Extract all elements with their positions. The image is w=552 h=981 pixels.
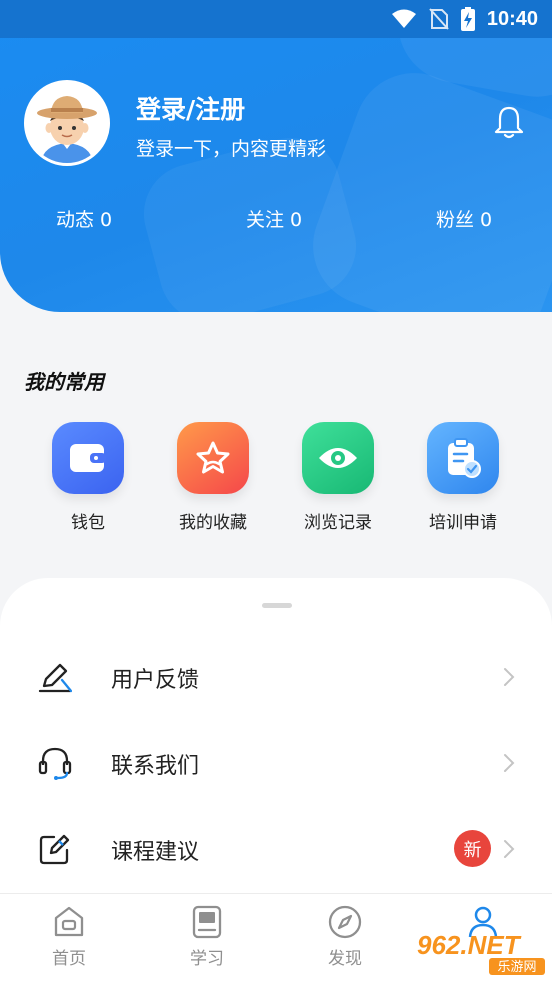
book-icon (192, 905, 222, 939)
tab-study[interactable]: 学习 (157, 904, 257, 969)
menu-item-contact-label: 联系我们 (111, 754, 200, 779)
favorite-history-label: 浏览记录 (304, 513, 372, 533)
compass-icon (328, 905, 362, 939)
site-watermark-logo: 962.NET 乐游网 (417, 930, 545, 975)
tab-discover-label: 发现 (328, 949, 362, 969)
favorite-collections[interactable]: 我的收藏 (158, 422, 268, 533)
tab-study-label: 学习 (190, 949, 224, 969)
chevron-right-icon (504, 754, 515, 772)
farmer-avatar-icon (27, 83, 107, 163)
tab-discover[interactable]: 发现 (295, 904, 395, 969)
star-icon (177, 422, 249, 494)
chevron-right-icon (504, 840, 515, 858)
favorite-training-apply[interactable]: 培训申请 (408, 422, 518, 533)
favorite-training-apply-label: 培训申请 (429, 513, 497, 533)
tab-home-label: 首页 (52, 949, 86, 969)
watermark-site: 乐游网 (497, 960, 536, 975)
battery-charging-icon (460, 7, 475, 31)
menu-item-feedback-label: 用户反馈 (111, 668, 200, 693)
watermark-brand: 962.NET (417, 930, 522, 960)
favorite-wallet-label: 钱包 (71, 513, 105, 533)
eye-icon (302, 422, 374, 494)
bell-icon[interactable] (492, 104, 526, 140)
wallet-icon (52, 422, 124, 494)
home-icon (54, 906, 84, 937)
clipboard-icon (427, 422, 499, 494)
avatar[interactable] (24, 80, 110, 166)
wifi-icon (391, 9, 416, 28)
status-bar: 10:40 (0, 0, 552, 38)
status-time: 10:40 (486, 7, 538, 30)
menu-item-course-suggestion[interactable]: 课程建议 新 (0, 814, 552, 884)
menu-item-feedback[interactable]: 用户反馈 (0, 642, 552, 712)
edit-note-icon (39, 834, 70, 865)
pencil-icon (38, 663, 72, 693)
login-subtitle: 登录一下，内容更精彩 (136, 138, 327, 160)
favorites-title: 我的常用 (24, 370, 104, 394)
menu-item-course-suggestion-label: 课程建议 (111, 840, 200, 865)
favorite-history[interactable]: 浏览记录 (283, 422, 393, 533)
menu-item-contact[interactable]: 联系我们 (0, 728, 552, 798)
stat-following[interactable]: 关注 0 (246, 205, 302, 232)
favorite-collections-label: 我的收藏 (179, 513, 247, 533)
chevron-right-icon (504, 668, 515, 686)
no-sim-icon (429, 8, 449, 30)
stat-activity[interactable]: 动态 0 (56, 205, 112, 232)
new-badge: 新 (454, 830, 491, 867)
headset-icon (38, 747, 72, 780)
favorite-wallet[interactable]: 钱包 (33, 422, 143, 533)
login-register-link[interactable]: 登录/注册 (136, 90, 245, 126)
tab-home[interactable]: 首页 (19, 904, 119, 969)
stat-followers[interactable]: 粉丝 0 (436, 205, 492, 232)
sheet-handle[interactable] (262, 603, 292, 608)
